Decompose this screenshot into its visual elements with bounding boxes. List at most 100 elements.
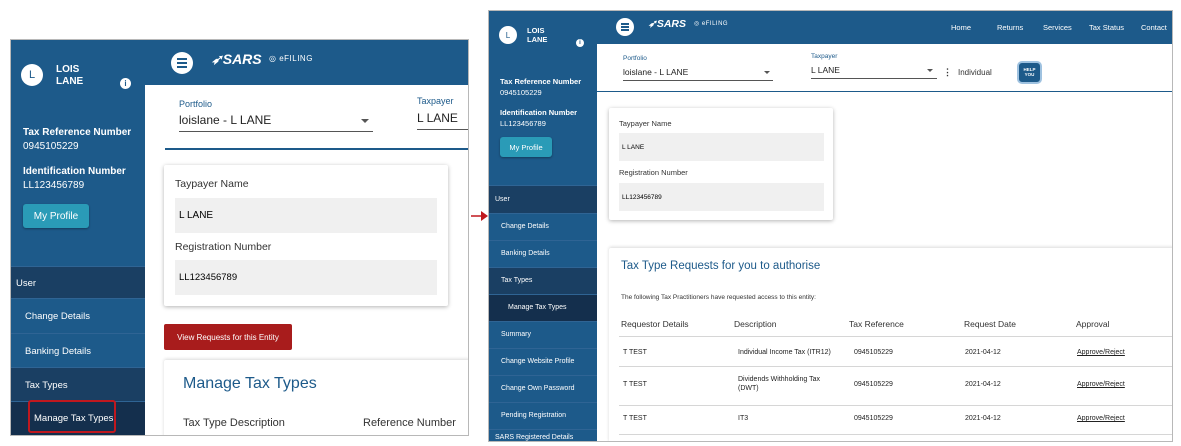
sidebar-item-label: Change Own Password	[501, 385, 575, 392]
my-profile-button[interactable]: My Profile	[500, 137, 552, 157]
sidebar-item-banking-details[interactable]: Banking Details	[489, 240, 597, 267]
column-header-description: Description	[734, 319, 777, 329]
id-label: Identification Number	[23, 166, 126, 177]
kebab-menu-icon[interactable]: ⋮	[943, 67, 952, 78]
taxpayer-underline	[417, 129, 468, 130]
sidebar: L LOIS LANE i Tax Reference Number 094510…	[489, 11, 597, 441]
info-icon[interactable]: i	[576, 39, 584, 47]
portfolio-select[interactable]: loislane - L LANE	[623, 67, 688, 77]
entity-card: Taypayer Name L LANE Registration Number…	[609, 108, 833, 220]
column-header-request-date: Request Date	[964, 319, 1016, 329]
sidebar-item-user[interactable]: User	[11, 266, 145, 298]
chevron-down-icon[interactable]	[361, 119, 369, 123]
help-you-icon[interactable]: HELP YOU	[1017, 61, 1042, 84]
efiling-logo: ◎ eFILING	[269, 54, 313, 63]
taxpayer-label: Taxpayer	[417, 96, 454, 106]
my-profile-button[interactable]: My Profile	[23, 204, 89, 228]
taxpayer-type: Individual	[958, 68, 992, 77]
taxpayer-name-label: Taypayer Name	[619, 119, 672, 128]
sidebar-item-change-details[interactable]: Change Details	[11, 298, 145, 333]
id-label: Identification Number	[500, 108, 578, 117]
sidebar-item-label: Tax Types	[501, 277, 533, 284]
nav-services[interactable]: Services	[1043, 23, 1072, 32]
taxpayer-name-field: L LANE	[619, 133, 824, 161]
portfolio-underline	[623, 80, 773, 81]
user-last-name: LANE	[56, 75, 84, 87]
taxpayer-name-value: L LANE	[622, 144, 645, 151]
view-requests-button[interactable]: View Requests for this Entity	[164, 324, 292, 350]
info-icon[interactable]: i	[120, 78, 131, 89]
portfolio-label: Portfolio	[623, 55, 647, 62]
column-header-requestor: Requestor Details	[621, 319, 689, 329]
portfolio-select[interactable]: loislane - L LANE	[179, 113, 271, 127]
portfolio-underline	[179, 131, 373, 132]
sidebar-item-user[interactable]: User	[489, 185, 597, 213]
cell-requestor: T TEST	[623, 415, 647, 422]
cell-requestor: T TEST	[623, 381, 647, 388]
row-divider	[619, 336, 1172, 337]
sidebar-item-manage-tax-types[interactable]: Manage Tax Types	[489, 294, 597, 321]
avatar: L	[499, 26, 517, 44]
id-value: LL123456789	[500, 119, 546, 128]
sidebar-item-label: User	[495, 196, 510, 203]
highlight-box	[28, 400, 116, 433]
chevron-down-icon[interactable]	[764, 71, 770, 74]
taxpayer-name-value: L LANE	[179, 210, 214, 221]
column-header-description: Tax Type Description	[183, 417, 285, 429]
row-divider	[619, 434, 1172, 435]
sidebar: L LOIS LANE i Tax Reference Number 094510…	[11, 40, 145, 435]
registration-number-label: Registration Number	[175, 241, 272, 253]
approve-reject-link[interactable]: Approve/Reject	[1077, 349, 1125, 356]
chevron-down-icon[interactable]	[927, 69, 933, 72]
menu-icon[interactable]	[616, 18, 634, 36]
requests-subtitle: The following Tax Practitioners have req…	[621, 294, 816, 301]
sidebar-item-label: Pending Registration	[501, 412, 566, 419]
nav-returns[interactable]: Returns	[997, 23, 1023, 32]
sidebar-item-label: SARS Registered Details	[495, 434, 574, 441]
approve-reject-link[interactable]: Approve/Reject	[1077, 381, 1125, 388]
sidebar-menu: User Change Details Banking Details Tax …	[489, 185, 597, 441]
nav-contact[interactable]: Contact	[1141, 23, 1167, 32]
cell-description: IT3	[738, 415, 749, 422]
divider	[597, 91, 1172, 92]
sidebar-item-tax-types[interactable]: Tax Types	[489, 267, 597, 294]
entity-card: Taypayer Name L LANE Registration Number…	[164, 165, 448, 306]
user-first-name: LOIS	[56, 64, 80, 75]
cell-request-date: 2021-04-12	[965, 349, 1001, 356]
sidebar-item-change-details[interactable]: Change Details	[489, 213, 597, 240]
sidebar-item-label: Change Details	[501, 223, 549, 230]
sidebar-item-label: Banking Details	[25, 346, 92, 357]
taxpayer-label: Taxpayer	[811, 53, 838, 60]
menu-icon[interactable]	[171, 52, 193, 74]
sidebar-item-label: Change Website Profile	[501, 358, 575, 365]
sidebar-item-label: Manage Tax Types	[508, 304, 567, 311]
sidebar-item-label: Summary	[501, 331, 531, 338]
tax-ref-value: 0945105229	[23, 141, 79, 152]
sidebar-item-change-website-profile[interactable]: Change Website Profile	[489, 348, 597, 375]
divider	[165, 148, 468, 150]
sidebar-item-summary[interactable]: Summary	[489, 321, 597, 348]
registration-number-field: LL123456789	[175, 260, 437, 295]
tax-ref-value: 0945105229	[500, 88, 542, 97]
zoomed-screenshot-panel: L LOIS LANE i Tax Reference Number 094510…	[10, 39, 469, 436]
nav-home[interactable]: Home	[951, 23, 971, 32]
approve-reject-link[interactable]: Approve/Reject	[1077, 415, 1125, 422]
registration-number-field: LL123456789	[619, 183, 824, 211]
nav-tax-status[interactable]: Tax Status	[1089, 23, 1124, 32]
sidebar-item-pending-registration[interactable]: Pending Registration	[489, 402, 597, 429]
taxpayer-select[interactable]: L LANE	[811, 65, 840, 75]
cell-request-date: 2021-04-12	[965, 415, 1001, 422]
sidebar-item-tax-types[interactable]: Tax Types	[11, 367, 145, 401]
cell-request-date: 2021-04-12	[965, 381, 1001, 388]
sidebar-item-change-own-password[interactable]: Change Own Password	[489, 375, 597, 402]
user-last-name: LANE	[527, 34, 548, 44]
cell-requestor: T TEST	[623, 349, 647, 356]
user-name: LOIS LANE	[527, 26, 548, 44]
taxpayer-select[interactable]: L LANE	[417, 111, 458, 125]
registration-number-label: Registration Number	[619, 168, 688, 177]
sidebar-item-sars-registered-details[interactable]: SARS Registered Details	[489, 429, 597, 441]
column-header-approval: Approval	[1076, 319, 1110, 329]
sidebar-item-banking-details[interactable]: Banking Details	[11, 333, 145, 367]
requests-card: Tax Type Requests for you to authorise T…	[609, 248, 1172, 441]
arrow-icon	[471, 211, 488, 221]
